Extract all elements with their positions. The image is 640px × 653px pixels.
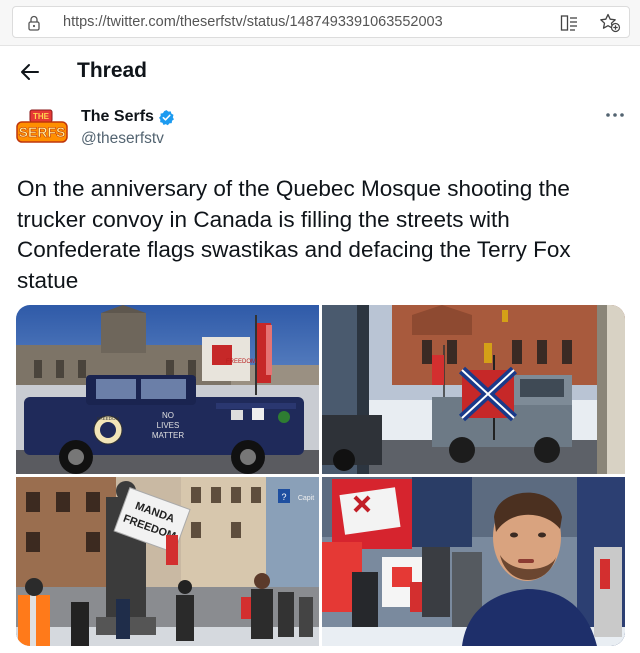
svg-text:SERFS: SERFS	[19, 124, 66, 140]
url-text[interactable]: https://twitter.com/theserfstv/status/14…	[63, 14, 443, 30]
page-header: Thread	[0, 48, 640, 96]
tweet-text: On the anniversary of the Quebec Mosque …	[17, 176, 571, 293]
avatar[interactable]: THE SERFS	[16, 108, 68, 148]
tweet-photo-1[interactable]: FREEDOM FREEDOM NO LIVES MATTER	[16, 305, 319, 474]
tweet-photo-4[interactable]	[322, 477, 625, 646]
svg-text:FREEDOM: FREEDOM	[226, 359, 256, 365]
page-title: Thread	[77, 59, 148, 82]
reader-mode-icon[interactable]	[560, 14, 578, 32]
verified-badge-icon	[158, 109, 174, 125]
back-arrow-icon	[21, 64, 39, 80]
author-name[interactable]: The Serfs	[81, 108, 175, 126]
tweet-photo-3[interactable]: ? Capit MANDA FREEDOM	[16, 477, 319, 646]
tweet-photo-2[interactable]	[322, 305, 625, 474]
svg-text:Capit: Capit	[298, 495, 314, 502]
browser-toolbar: https://twitter.com/theserfstv/status/14…	[0, 0, 640, 46]
serfs-logo: THE SERFS	[16, 109, 68, 143]
svg-text:LIVES: LIVES	[157, 421, 180, 430]
svg-text:?: ?	[281, 492, 286, 502]
more-options-icon	[606, 113, 624, 117]
more-options-button[interactable]	[601, 106, 629, 126]
author-handle[interactable]: @theserfstv	[81, 130, 164, 148]
address-bar[interactable]: https://twitter.com/theserfstv/status/14…	[12, 6, 630, 38]
svg-text:FREEDOM: FREEDOM	[97, 416, 120, 421]
svg-text:MATTER: MATTER	[152, 431, 185, 440]
add-favorite-icon[interactable]	[599, 13, 621, 33]
svg-text:NO: NO	[162, 411, 174, 420]
author-name-text[interactable]: The Serfs	[81, 108, 154, 126]
lock-icon[interactable]	[27, 15, 41, 31]
back-button[interactable]	[14, 56, 46, 88]
media-grid: FREEDOM FREEDOM NO LIVES MATTER ? Capit …	[16, 305, 625, 646]
svg-text:THE: THE	[33, 112, 50, 121]
